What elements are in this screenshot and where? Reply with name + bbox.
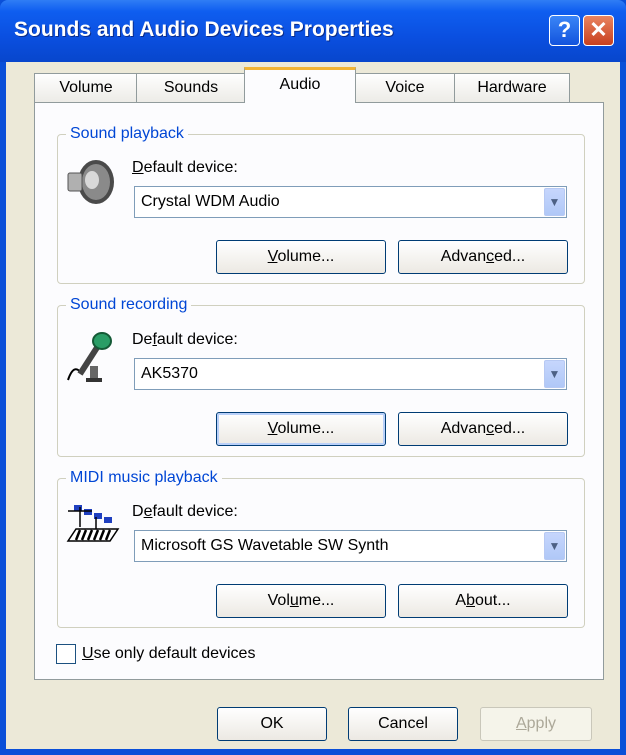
select-value: AK5370 bbox=[141, 365, 198, 382]
sound-recording-group: Sound recording Default device: AK5370 ▼ bbox=[57, 295, 585, 457]
ok-button[interactable]: OK bbox=[217, 707, 327, 741]
title-bar[interactable]: Sounds and Audio Devices Properties ? ✕ bbox=[0, 0, 626, 62]
recording-volume-button[interactable]: Volume... bbox=[216, 412, 386, 446]
tab-volume[interactable]: Volume bbox=[34, 73, 138, 103]
tab-sounds[interactable]: Sounds bbox=[136, 73, 246, 103]
chevron-down-icon[interactable]: ▼ bbox=[544, 188, 565, 216]
sound-playback-group: Sound playback Default device: Crystal W… bbox=[57, 124, 585, 284]
playback-device-select[interactable]: Crystal WDM Audio ▼ bbox=[134, 186, 567, 218]
playback-volume-button[interactable]: Volume... bbox=[216, 240, 386, 274]
midi-about-button[interactable]: About... bbox=[398, 584, 568, 618]
recording-device-select[interactable]: AK5370 ▼ bbox=[134, 358, 567, 390]
tab-voice[interactable]: Voice bbox=[354, 73, 456, 103]
recording-advanced-button[interactable]: Advanced... bbox=[398, 412, 568, 446]
select-value: Microsoft GS Wavetable SW Synth bbox=[141, 537, 389, 554]
midi-device-select[interactable]: Microsoft GS Wavetable SW Synth ▼ bbox=[134, 530, 567, 562]
close-button[interactable]: ✕ bbox=[583, 15, 614, 46]
help-button[interactable]: ? bbox=[549, 15, 580, 46]
speaker-icon bbox=[66, 155, 120, 214]
midi-keyboard-icon bbox=[66, 503, 120, 552]
midi-volume-button[interactable]: Volume... bbox=[216, 584, 386, 618]
midi-playback-group: MIDI music playback Default device: Micr… bbox=[57, 468, 585, 628]
dialog-window: Sounds and Audio Devices Properties ? ✕ … bbox=[0, 0, 626, 755]
group-title: MIDI music playback bbox=[66, 468, 222, 488]
use-only-default-label[interactable]: Use only default devices bbox=[82, 645, 255, 663]
default-device-label: Default device: bbox=[132, 331, 238, 348]
apply-button[interactable]: Apply bbox=[480, 707, 592, 741]
chevron-down-icon[interactable]: ▼ bbox=[544, 532, 565, 560]
select-value: Crystal WDM Audio bbox=[141, 193, 280, 210]
chevron-down-icon[interactable]: ▼ bbox=[544, 360, 565, 388]
window-title: Sounds and Audio Devices Properties bbox=[14, 18, 394, 41]
cancel-button[interactable]: Cancel bbox=[348, 707, 458, 741]
use-only-default-checkbox[interactable] bbox=[56, 644, 76, 664]
microphone-icon bbox=[64, 328, 116, 389]
group-title: Sound recording bbox=[66, 295, 192, 315]
audio-tab-page: Sound playback Default device: Crystal W… bbox=[34, 102, 604, 680]
group-title: Sound playback bbox=[66, 124, 188, 144]
dialog-client-area: Volume Sounds Audio Voice Hardware Sound… bbox=[6, 62, 620, 749]
tab-audio[interactable]: Audio bbox=[244, 67, 356, 103]
playback-advanced-button[interactable]: Advanced... bbox=[398, 240, 568, 274]
tab-hardware[interactable]: Hardware bbox=[454, 73, 570, 103]
default-device-label: Default device: bbox=[132, 159, 238, 176]
default-device-label: Default device: bbox=[132, 503, 238, 520]
